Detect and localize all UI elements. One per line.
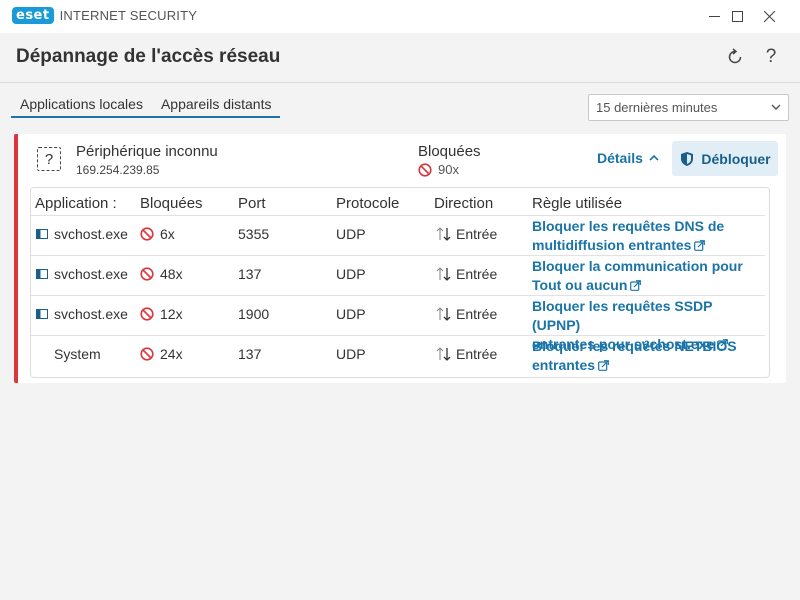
blocked-value: 12x [160,306,183,322]
application-window-icon [36,229,48,239]
refresh-icon [728,48,742,64]
help-button[interactable]: ? [759,45,783,69]
application-window-icon [36,269,48,279]
rule-line-1: Bloquer la communication pour [532,258,743,274]
rule-line-1: Bloquer les requêtes DNS de [532,218,725,234]
col-header-blocked: Bloquées [140,195,203,212]
time-range-value: 15 dernières minutes [596,100,718,115]
rule-line-2: multidiffusion entrantes [532,237,692,253]
direction-cell: Entrée [436,226,497,242]
close-icon [763,11,775,22]
shield-icon [681,151,694,166]
col-header-protocol: Protocole [336,195,400,212]
port-value: 5355 [238,226,270,242]
protocol-value: UDP [336,346,366,362]
direction-value: Entrée [456,346,498,362]
tab-remote-devices[interactable]: Appareils distants [152,94,281,116]
rule-line-1: Bloquer les requêtes NETBIOS [532,338,737,354]
direction-arrows-icon [436,267,451,281]
table-row: svchost.exe 48x 137 UDP Entrée Bloquer l… [31,255,765,295]
col-header-port: Port [238,195,266,212]
application-window-icon [36,309,48,319]
direction-cell: Entrée [436,266,497,282]
direction-arrows-icon [436,347,451,361]
external-link-icon [694,240,706,251]
unblock-button[interactable]: Débloquer [672,141,778,176]
col-header-application: Application : [35,195,117,212]
details-toggle[interactable]: Détails [597,150,660,166]
help-icon: ? [765,46,777,67]
blocked-icon [418,162,432,177]
table-row: svchost.exe 12x 1900 UDP Entrée Bloquer … [31,295,765,352]
protocol-value: UDP [336,266,366,282]
blocked-value: 6x [160,226,175,242]
rule-link[interactable]: Bloquer les requêtes NETBIOS entrantes [532,337,754,375]
blocked-total: 90x [418,162,459,177]
app-name: svchost.exe [54,226,128,242]
external-link-icon [598,360,609,371]
blocked-value: 48x [160,266,183,282]
direction-arrows-icon [436,227,451,241]
blocked-icon [140,227,154,241]
title-bar: eset INTERNET SECURITY [0,0,800,33]
blocked-cell: 6x [140,226,175,242]
blocked-icon [140,307,154,321]
tab-bar: Applications locales Appareils distants [11,94,281,118]
app-name: svchost.exe [54,306,128,322]
protocol-value: UDP [336,226,366,242]
rule-link[interactable]: Bloquer les requêtes DNS de multidiffusi… [532,217,754,255]
protocol-value: UDP [336,306,366,322]
direction-arrows-icon [436,307,451,321]
direction-value: Entrée [456,226,498,242]
close-button[interactable] [752,0,786,33]
logo-mark: eset [12,7,54,24]
page-header: Dépannage de l'accès réseau ? [0,33,800,83]
maximize-button[interactable] [720,0,754,33]
product-name: INTERNET SECURITY [59,8,198,23]
unblock-label: Débloquer [701,150,771,167]
blocked-apps-table: Application : Bloquées Port Protocole Di… [30,187,770,378]
blocked-cell: 12x [140,306,183,322]
blocked-cell: 48x [140,266,183,282]
unknown-device-icon: ? [37,147,61,171]
details-label: Détails [597,150,643,166]
blocked-cell: 24x [140,346,183,362]
rule-line-2: Tout ou aucun [532,277,628,293]
eset-logo: eset INTERNET SECURITY [12,7,197,24]
chevron-down-icon [771,104,781,110]
col-header-direction: Direction [434,195,494,212]
col-header-rule: Règle utilisée [532,195,623,212]
time-range-select[interactable]: 15 dernières minutes [588,94,789,121]
chevron-up-icon [649,154,659,161]
refresh-button[interactable] [723,45,747,69]
port-value: 1900 [238,306,270,322]
blocked-value: 24x [160,346,183,362]
rule-line-2: entrantes [532,357,596,373]
direction-value: Entrée [456,306,498,322]
device-card: ? Périphérique inconnu 169.254.239.85 Bl… [14,134,786,383]
device-name: Périphérique inconnu [76,143,218,160]
external-link-icon [630,280,642,291]
tab-local-applications[interactable]: Applications locales [11,94,152,116]
page-title: Dépannage de l'accès réseau [16,46,281,67]
table-row: System 24x 137 UDP Entrée Bloquer les re… [31,335,765,375]
blocked-label: Bloquées [418,143,481,160]
app-name: System [54,346,101,362]
blocked-icon [140,267,154,281]
blocked-count: 90x [438,162,459,177]
rule-link[interactable]: Bloquer la communication pour Tout ou au… [532,257,754,295]
port-value: 137 [238,346,262,362]
device-ip: 169.254.239.85 [76,163,160,177]
direction-cell: Entrée [436,306,497,322]
rule-line-1: Bloquer les requêtes SSDP (UPNP) [532,298,713,333]
minimize-icon [708,16,720,17]
direction-cell: Entrée [436,346,497,362]
maximize-icon [731,11,743,22]
direction-value: Entrée [456,266,498,282]
table-row: svchost.exe 6x 5355 UDP Entrée Bloquer l… [31,215,765,255]
port-value: 137 [238,266,262,282]
app-name: svchost.exe [54,266,128,282]
blocked-icon [140,347,154,361]
